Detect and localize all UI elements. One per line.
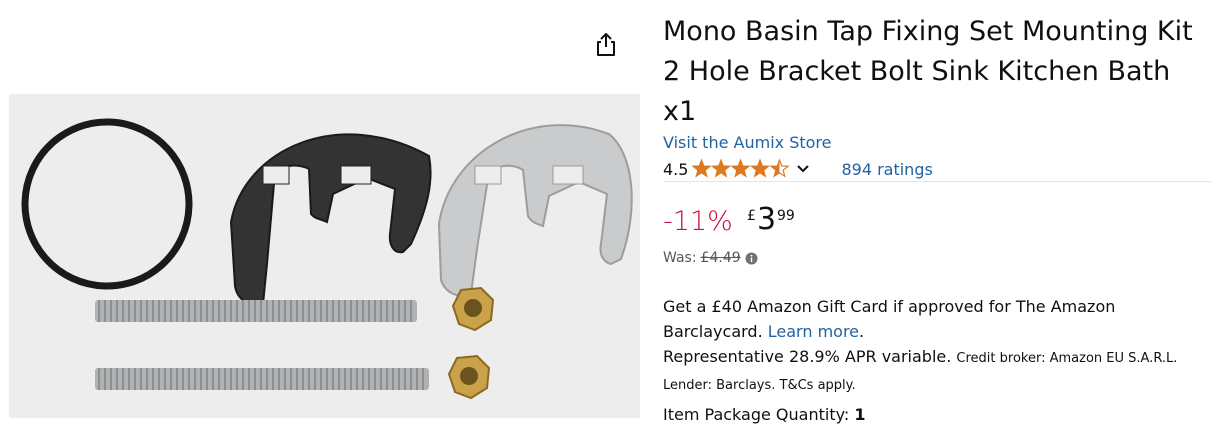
price-block: -11% £ 3 99 xyxy=(663,202,1211,242)
divider xyxy=(663,181,1211,182)
price-whole: 3 xyxy=(757,202,777,237)
price-currency: £ xyxy=(747,208,756,224)
was-label: Was: xyxy=(663,250,697,266)
star-icon xyxy=(750,159,771,178)
credit-card-promo: Get a £40 Amazon Gift Card if approved f… xyxy=(663,294,1211,398)
promo-text: Get a £40 Amazon Gift Card if approved f… xyxy=(663,297,1116,341)
chevron-down-icon[interactable] xyxy=(796,164,810,174)
store-link[interactable]: Visit the Aumix Store xyxy=(663,133,831,152)
rating-row: 4.5 894 ratings xyxy=(663,158,1211,180)
share-button[interactable] xyxy=(594,32,618,60)
info-icon[interactable] xyxy=(745,252,758,265)
discount-percent: -11% xyxy=(663,206,733,237)
price-fraction: 99 xyxy=(777,208,795,224)
share-icon xyxy=(595,31,617,61)
product-image[interactable] xyxy=(9,94,640,418)
ratings-count-link[interactable]: 894 ratings xyxy=(841,160,932,179)
product-title: Mono Basin Tap Fixing Set Mounting Kit 2… xyxy=(663,16,1193,127)
rating-value: 4.5 xyxy=(663,159,689,179)
star-icon xyxy=(730,159,752,178)
was-price-row: Was: £4.49 xyxy=(663,250,758,266)
star-icon xyxy=(692,159,713,178)
star-icon xyxy=(711,159,732,178)
quantity-value: 1 xyxy=(854,405,866,424)
star-icon xyxy=(769,159,791,178)
apr-text: Representative 28.9% APR variable. xyxy=(663,347,952,366)
quantity-label: Item Package Quantity: xyxy=(663,405,850,424)
learn-more-link[interactable]: Learn more xyxy=(768,322,859,341)
promo-line: Get a £40 Amazon Gift Card if approved f… xyxy=(663,294,1211,344)
promo-period: . xyxy=(859,322,865,341)
quantity-row: Item Package Quantity: 1 xyxy=(663,405,866,424)
was-price: £4.49 xyxy=(700,250,741,266)
star-rating[interactable] xyxy=(692,159,791,179)
apr-line: Representative 28.9% APR variable. Credi… xyxy=(663,344,1211,398)
